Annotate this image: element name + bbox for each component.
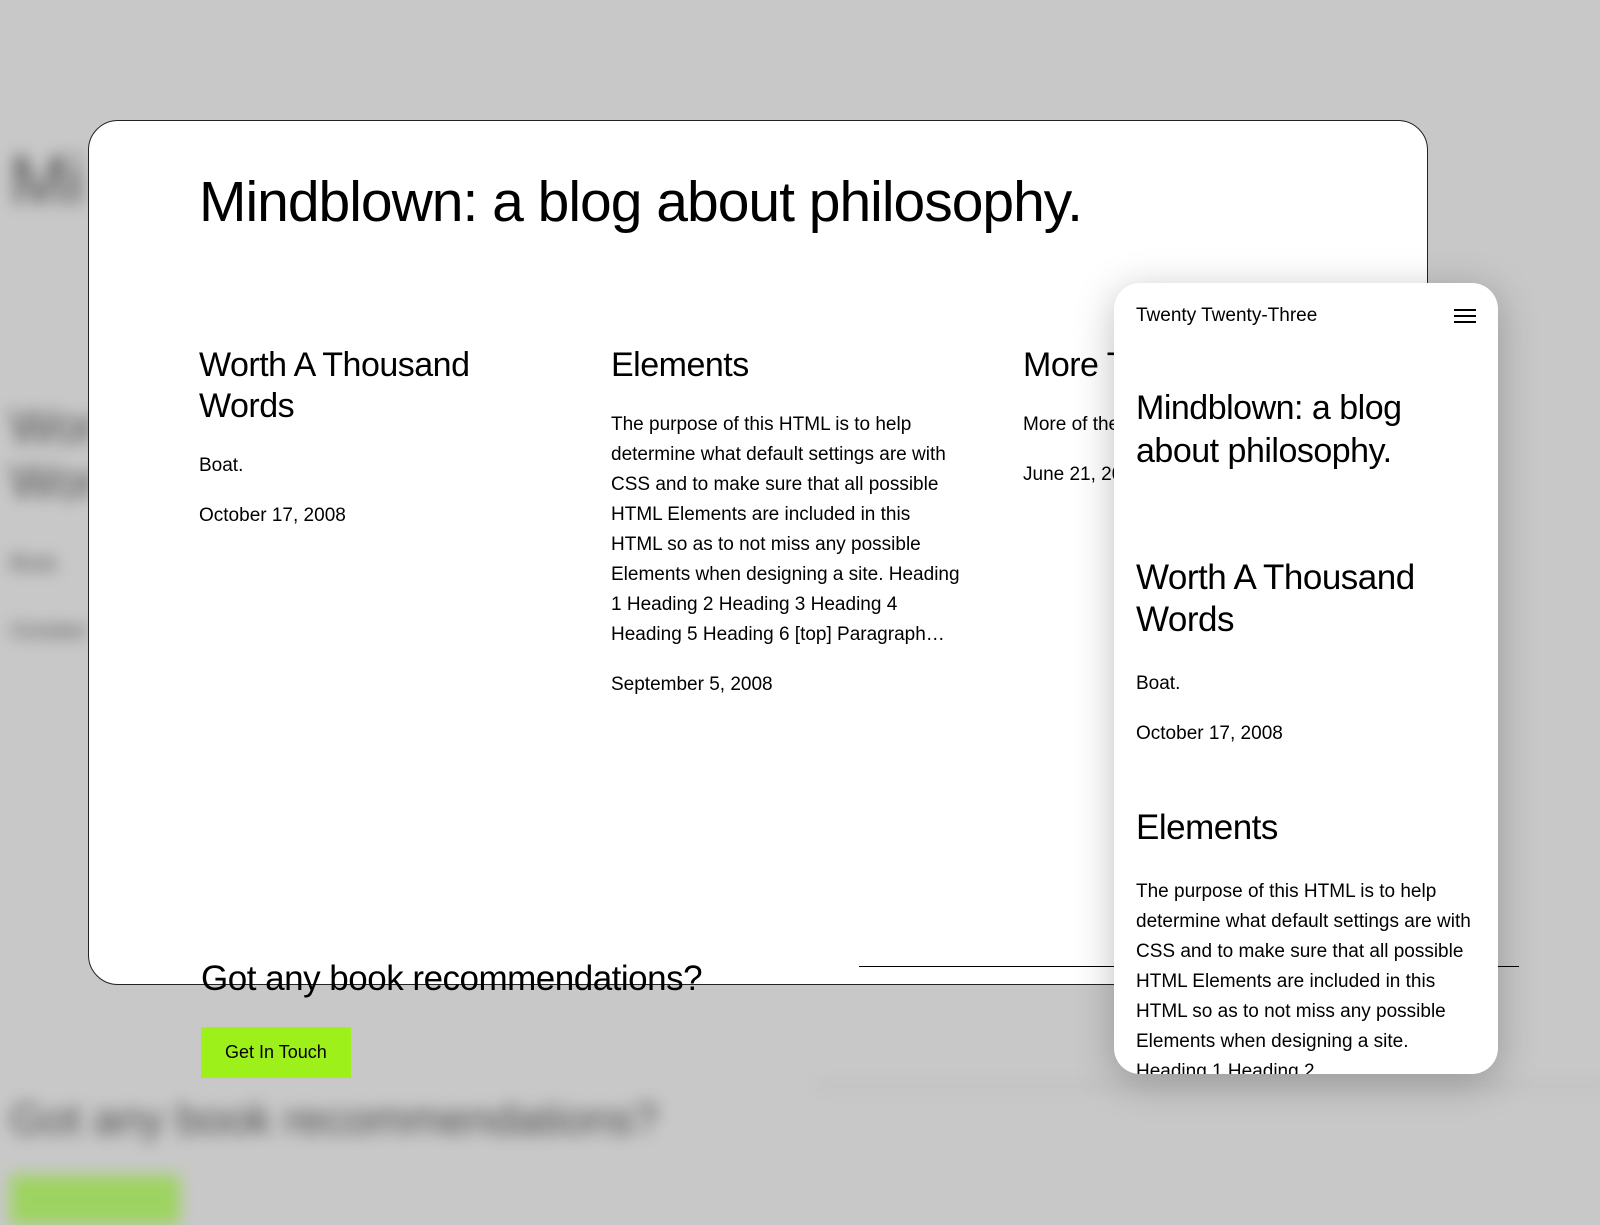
- mobile-post-date: October 17, 2008: [1136, 723, 1476, 745]
- blur-cta-heading: Got any book recommendations?: [10, 1095, 658, 1145]
- blur-date: October: [10, 618, 88, 644]
- mobile-post-title-link[interactable]: Elements: [1136, 807, 1476, 849]
- post-title-link[interactable]: Elements: [611, 345, 963, 386]
- blur-divider: [815, 1085, 1600, 1086]
- blur-excerpt: Boat.: [10, 550, 61, 576]
- hamburger-menu-icon[interactable]: [1454, 309, 1476, 323]
- mobile-post-card: Worth A Thousand Words Boat. October 17,…: [1136, 557, 1476, 745]
- post-card: Elements The purpose of this HTML is to …: [611, 345, 963, 696]
- post-excerpt: Boat.: [199, 451, 551, 481]
- site-tagline: Mindblown: a blog about philosophy.: [199, 169, 1317, 235]
- post-date: October 17, 2008: [199, 505, 551, 527]
- post-card: Worth A Thousand Words Boat. October 17,…: [199, 345, 551, 696]
- post-title-link[interactable]: Worth A Thousand Words: [199, 345, 551, 427]
- mobile-post-card: Elements The purpose of this HTML is to …: [1136, 807, 1476, 1074]
- post-excerpt: The purpose of this HTML is to help dete…: [611, 410, 963, 650]
- mobile-header: Twenty Twenty-Three: [1136, 305, 1476, 327]
- mobile-tagline: Mindblown: a blog about philosophy.: [1136, 387, 1476, 472]
- post-date: September 5, 2008: [611, 674, 963, 696]
- get-in-touch-button[interactable]: Get In Touch: [201, 1027, 351, 1078]
- mobile-post-excerpt: Boat.: [1136, 669, 1476, 699]
- blur-cta-button: [10, 1175, 180, 1225]
- mobile-site-title[interactable]: Twenty Twenty-Three: [1136, 305, 1317, 327]
- mobile-post-excerpt: The purpose of this HTML is to help dete…: [1136, 877, 1476, 1074]
- blur-site-title: Mi: [10, 140, 84, 220]
- cta-section: Got any book recommendations? Get In Tou…: [201, 959, 702, 1078]
- cta-heading: Got any book recommendations?: [201, 959, 702, 999]
- mobile-preview-card: Twenty Twenty-Three Mindblown: a blog ab…: [1114, 283, 1498, 1074]
- blur-post-heading: Wor Wor: [10, 400, 97, 510]
- mobile-post-title-link[interactable]: Worth A Thousand Words: [1136, 557, 1476, 641]
